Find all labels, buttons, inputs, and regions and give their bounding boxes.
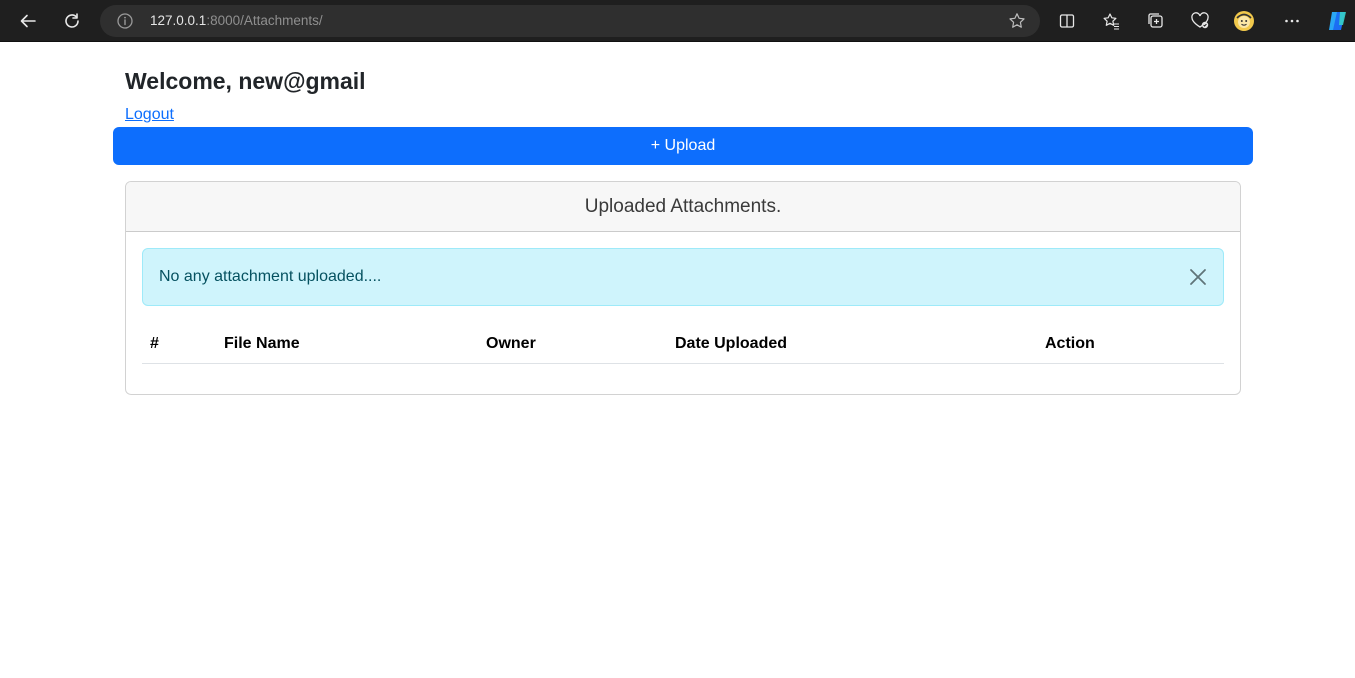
collections-button[interactable] [1141,6,1171,36]
copilot-icon [1329,12,1346,30]
avatar [1234,11,1254,31]
column-header-file-name: File Name [216,326,478,364]
site-info-icon[interactable] [116,12,134,35]
close-icon[interactable] [1189,268,1207,286]
favorite-star-icon[interactable] [1008,12,1026,35]
url-text[interactable]: 127.0.0.1:8000/Attachments/ [150,13,323,28]
attachments-card: Uploaded Attachments. No any attachment … [125,181,1241,395]
reload-button[interactable] [57,6,87,36]
column-header-number: # [142,326,216,364]
card-body: No any attachment uploaded.... # File Na… [126,232,1240,380]
column-header-owner: Owner [478,326,667,364]
column-header-action: Action [1037,326,1224,364]
more-dots-icon [1285,19,1299,23]
card-title: Uploaded Attachments. [126,182,1240,232]
welcome-heading: Welcome, new@gmail [125,68,366,94]
attachments-table: # File Name Owner Date Uploaded Action [142,326,1224,364]
url-path: :8000/Attachments/ [206,13,323,28]
column-header-date-uploaded: Date Uploaded [667,326,1037,364]
url-host: 127.0.0.1 [150,13,207,28]
browser-toolbar: 127.0.0.1:8000/Attachments/ [0,0,1355,42]
split-screen-button[interactable] [1052,6,1082,36]
heart-pulse-icon [1191,12,1209,29]
info-alert: No any attachment uploaded.... [142,248,1224,306]
alert-message: No any attachment uploaded.... [159,268,382,285]
browser-essentials-button[interactable] [1185,6,1215,36]
reload-icon [65,13,79,28]
settings-more-button[interactable] [1277,6,1307,36]
favorites-icon [1103,13,1119,30]
logout-link[interactable]: Logout [125,106,174,124]
table-header-row: # File Name Owner Date Uploaded Action [142,326,1224,364]
back-arrow-icon [20,14,36,28]
collections-icon [1148,13,1163,28]
favorites-button[interactable] [1096,6,1126,36]
profile-button[interactable] [1229,6,1259,36]
address-bar[interactable]: 127.0.0.1:8000/Attachments/ [100,5,1040,37]
split-screen-icon [1059,14,1075,28]
upload-button[interactable]: + Upload [113,127,1253,165]
copilot-button[interactable] [1323,6,1353,36]
back-button[interactable] [13,6,43,36]
